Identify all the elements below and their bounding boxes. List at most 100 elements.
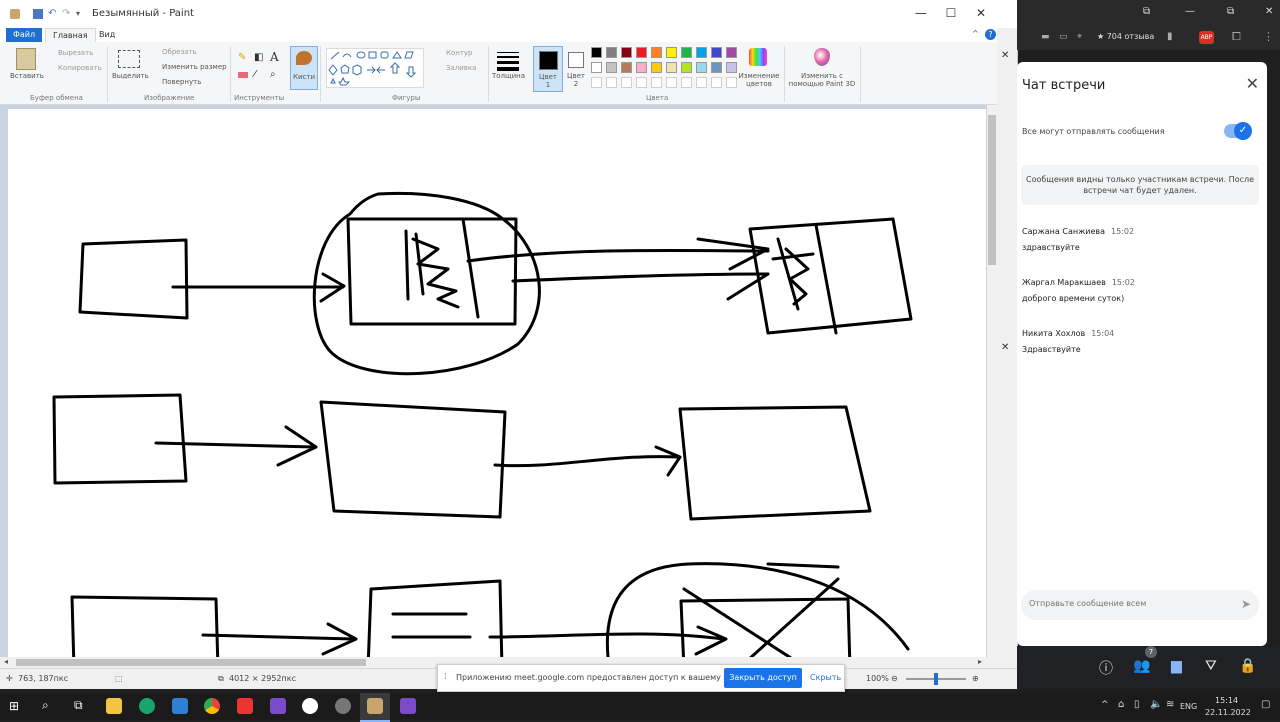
vertical-scrollbar[interactable] <box>987 105 997 657</box>
activities-icon[interactable]: ⛛ <box>1205 658 1217 674</box>
zoom-slider[interactable] <box>906 673 966 685</box>
yandex-icon[interactable] <box>237 698 253 714</box>
edit-colors-button[interactable]: Изменение цветов <box>738 72 780 88</box>
color-swatch[interactable] <box>696 62 707 73</box>
browser-minimize-button[interactable]: — <box>1185 6 1195 17</box>
scroll-right-icon[interactable]: ▸ <box>978 657 982 666</box>
chat-message-input[interactable] <box>1027 598 1231 609</box>
paint3d-button[interactable]: Изменить с помощью Paint 3D <box>787 72 857 88</box>
yandex-browser-icon[interactable] <box>302 698 318 714</box>
scroll-left-icon[interactable]: ◂ <box>4 657 8 666</box>
eraser-icon[interactable] <box>238 72 248 78</box>
color2-button[interactable]: Цвет 2 <box>563 46 589 90</box>
clock-date[interactable]: 22.11.2022 <box>1205 708 1251 717</box>
copy-button[interactable]: Копировать <box>58 64 102 72</box>
clock-time[interactable]: 15:14 <box>1215 696 1238 705</box>
empty-color-swatch[interactable] <box>651 77 662 88</box>
rotate-button[interactable]: Повернуть <box>162 78 201 86</box>
redo-icon[interactable]: ↷ <box>62 9 72 19</box>
color-swatch[interactable] <box>621 47 632 58</box>
color-swatch[interactable] <box>666 62 677 73</box>
size-button[interactable]: Толщина <box>492 72 525 80</box>
visual-studio-icon[interactable] <box>270 698 286 714</box>
fill-icon[interactable]: ◧ <box>254 52 263 63</box>
empty-color-swatch[interactable] <box>621 77 632 88</box>
chat-close-icon[interactable]: ✕ <box>1246 74 1259 93</box>
color-swatch[interactable] <box>666 47 677 58</box>
browser-close-button[interactable]: ✕ <box>1265 6 1273 17</box>
empty-color-swatch[interactable] <box>696 77 707 88</box>
battery-icon[interactable]: ▯ <box>1134 699 1140 710</box>
volume-icon[interactable]: 🔈 <box>1150 699 1162 710</box>
color-swatch[interactable] <box>606 62 617 73</box>
people-icon[interactable]: 👥 <box>1133 658 1150 674</box>
overlay-close-icon[interactable]: ✕ <box>1001 50 1009 61</box>
color-swatch[interactable] <box>696 47 707 58</box>
horizontal-scroll-thumb[interactable] <box>16 659 366 666</box>
empty-color-swatch[interactable] <box>681 77 692 88</box>
shapes-gallery[interactable] <box>326 48 424 88</box>
edge-icon[interactable] <box>139 698 155 714</box>
color-swatch[interactable] <box>636 47 647 58</box>
empty-color-swatch[interactable] <box>726 77 737 88</box>
size-icon[interactable] <box>497 52 519 71</box>
allow-messages-toggle[interactable]: ✓ <box>1224 122 1252 140</box>
color-swatch[interactable] <box>591 47 602 58</box>
color-swatch[interactable] <box>711 62 722 73</box>
color-swatch[interactable] <box>726 62 737 73</box>
empty-color-swatch[interactable] <box>606 77 617 88</box>
select-button[interactable]: Выделить <box>112 72 149 80</box>
bookmark-icon[interactable]: ▮ <box>1167 31 1173 42</box>
drawing-canvas[interactable] <box>8 109 986 657</box>
edit-colors-icon[interactable] <box>749 48 767 66</box>
paste-icon[interactable] <box>16 48 36 70</box>
paint-taskbar-item[interactable] <box>360 693 390 722</box>
color-swatch[interactable] <box>636 62 647 73</box>
color1-button[interactable]: Цвет 1 <box>533 46 563 92</box>
shape-fill-button[interactable]: Заливка <box>446 64 476 72</box>
text-tool-icon[interactable]: A <box>270 50 279 64</box>
color-swatch[interactable] <box>681 47 692 58</box>
color-swatch[interactable] <box>651 47 662 58</box>
zoom-in-button[interactable]: ⊕ <box>972 674 979 683</box>
color-swatch[interactable] <box>606 47 617 58</box>
cut-button[interactable]: Вырезать <box>58 49 93 57</box>
color-swatch[interactable] <box>726 47 737 58</box>
language-indicator[interactable]: ENG <box>1180 702 1197 711</box>
tab-view[interactable]: Вид <box>92 28 122 42</box>
empty-color-swatch[interactable] <box>591 77 602 88</box>
close-button[interactable]: ✕ <box>966 6 996 24</box>
magnifier-icon[interactable]: ⌕ <box>270 69 276 80</box>
pencil-icon[interactable]: ✎ <box>238 52 246 63</box>
start-icon[interactable]: ⊞ <box>9 699 19 713</box>
hide-bar-button[interactable]: Скрыть <box>810 673 841 682</box>
color-swatch[interactable] <box>621 62 632 73</box>
quick-access-dropdown-icon[interactable]: ▾ <box>76 9 86 19</box>
tab-home[interactable]: Главная <box>45 28 96 43</box>
color-swatch[interactable] <box>651 62 662 73</box>
cast-icon[interactable]: ▭ <box>1059 32 1068 42</box>
select-icon[interactable] <box>118 50 140 68</box>
crop-button[interactable]: Обрезать <box>162 48 197 56</box>
empty-color-swatch[interactable] <box>636 77 647 88</box>
chrome-icon[interactable] <box>204 698 220 714</box>
color-swatch[interactable] <box>681 62 692 73</box>
meeting-info-icon[interactable]: ⓘ <box>1099 658 1113 678</box>
empty-color-swatch[interactable] <box>666 77 677 88</box>
notifications-icon[interactable]: ▢ <box>1261 699 1270 710</box>
extension-icon[interactable]: ⧠ <box>1232 30 1241 44</box>
shape-outline-button[interactable]: Контур <box>446 49 473 57</box>
minimize-button[interactable]: — <box>906 6 936 24</box>
paste-button[interactable]: Вставить <box>10 72 44 80</box>
save-icon[interactable] <box>33 9 43 19</box>
camera-icon[interactable]: ▬ <box>1041 32 1050 42</box>
ribbon-collapse-icon[interactable]: ^ <box>972 29 979 38</box>
color-swatch[interactable] <box>591 62 602 73</box>
adblock-icon[interactable]: ABP <box>1199 31 1214 44</box>
tray-arrow-icon[interactable]: ^ <box>1101 700 1109 710</box>
send-icon[interactable]: ➤ <box>1241 597 1251 611</box>
empty-color-swatch[interactable] <box>711 77 722 88</box>
tab-file[interactable]: Файл <box>6 28 43 42</box>
tab-search-icon[interactable]: ⧉ <box>1143 6 1150 17</box>
stop-sharing-button[interactable]: Закрыть доступ <box>724 668 802 688</box>
